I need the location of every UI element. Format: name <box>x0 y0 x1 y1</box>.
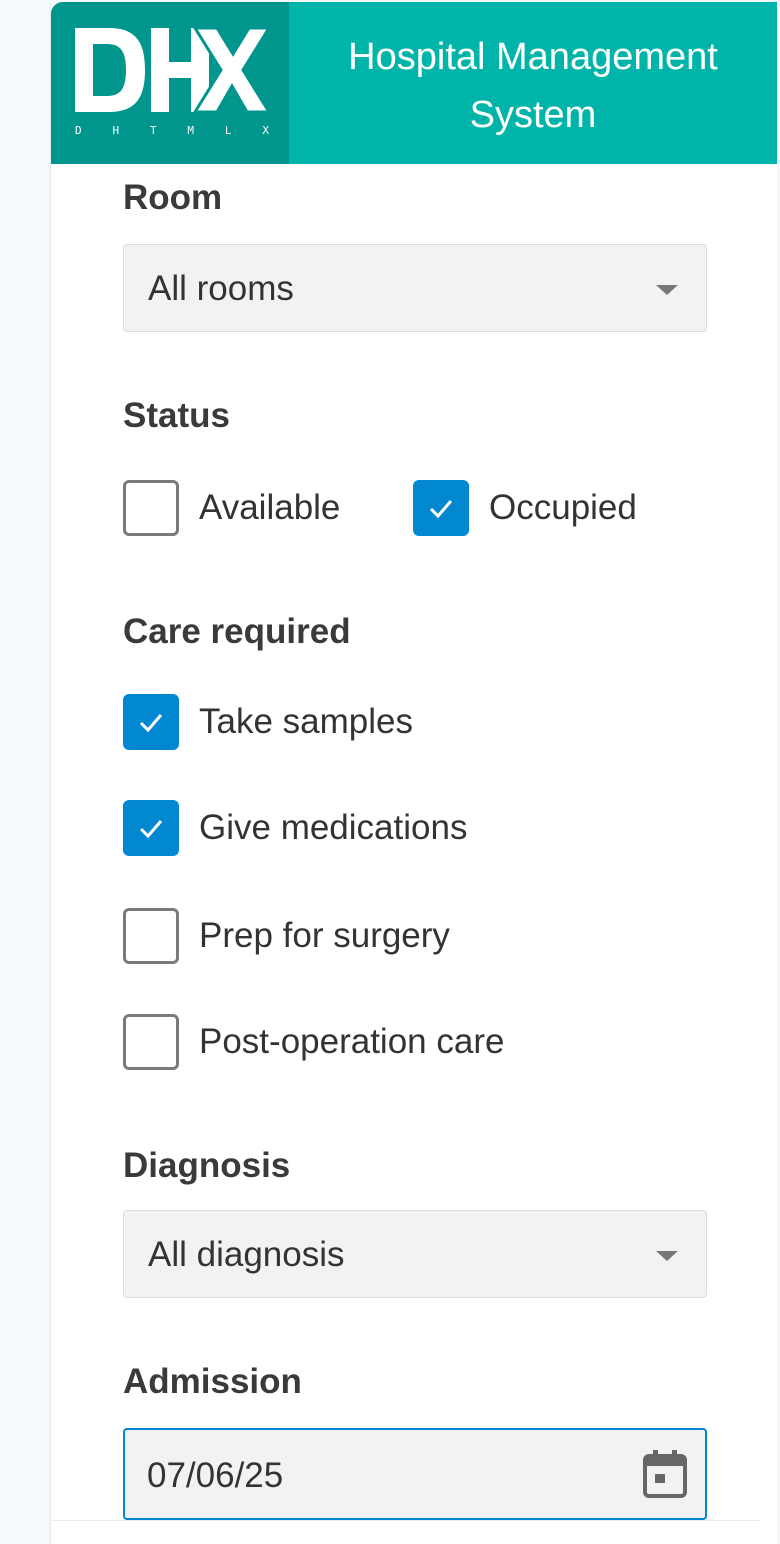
app-title: Hospital Management System <box>348 36 718 136</box>
room-select[interactable]: All rooms <box>123 244 707 332</box>
checkbox-box[interactable] <box>413 480 469 536</box>
admission-label: Admission <box>123 1362 302 1401</box>
chevron-down-icon <box>656 1251 678 1261</box>
checkbox-label: Post-operation care <box>199 1022 505 1061</box>
room-select-value: All rooms <box>148 269 294 308</box>
status-label: Status <box>123 396 230 435</box>
logo-subtitle: D H T M L X <box>75 124 269 137</box>
divider <box>50 1520 760 1521</box>
care-take-samples-checkbox[interactable]: Take samples <box>123 694 413 750</box>
status-available-checkbox[interactable]: Available <box>123 480 340 536</box>
care-required-label: Care required <box>123 612 351 651</box>
dhx-logo-icon <box>75 26 271 114</box>
care-give-medications-checkbox[interactable]: Give medications <box>123 800 467 856</box>
checkbox-label: Prep for surgery <box>199 916 450 955</box>
filter-panel: D H T M L X Hospital Management System R… <box>50 2 777 1544</box>
calendar-icon[interactable] <box>641 1448 689 1500</box>
checkbox-box[interactable] <box>123 1014 179 1070</box>
checkbox-label: Take samples <box>199 702 413 741</box>
chevron-down-icon <box>656 285 678 295</box>
checkbox-box[interactable] <box>123 694 179 750</box>
checkbox-box[interactable] <box>123 908 179 964</box>
check-icon <box>139 820 163 839</box>
logo: D H T M L X <box>51 2 289 164</box>
checkbox-box[interactable] <box>123 800 179 856</box>
check-icon <box>429 500 453 519</box>
diagnosis-select-value: All diagnosis <box>148 1235 345 1274</box>
checkbox-box[interactable] <box>123 480 179 536</box>
care-post-operation-checkbox[interactable]: Post-operation care <box>123 1014 504 1070</box>
checkbox-label: Occupied <box>489 488 637 527</box>
app-header: D H T M L X Hospital Management System <box>51 2 777 164</box>
status-occupied-checkbox[interactable]: Occupied <box>413 480 637 536</box>
care-prep-for-surgery-checkbox[interactable]: Prep for surgery <box>123 908 450 964</box>
room-label: Room <box>123 178 223 217</box>
admission-date-input[interactable]: 07/06/25 <box>123 1428 707 1520</box>
diagnosis-select[interactable]: All diagnosis <box>123 1210 707 1298</box>
checkbox-label: Give medications <box>199 808 468 847</box>
checkbox-label: Available <box>199 488 341 527</box>
diagnosis-label: Diagnosis <box>123 1146 291 1185</box>
check-icon <box>139 714 163 733</box>
admission-date-value: 07/06/25 <box>147 1456 284 1495</box>
